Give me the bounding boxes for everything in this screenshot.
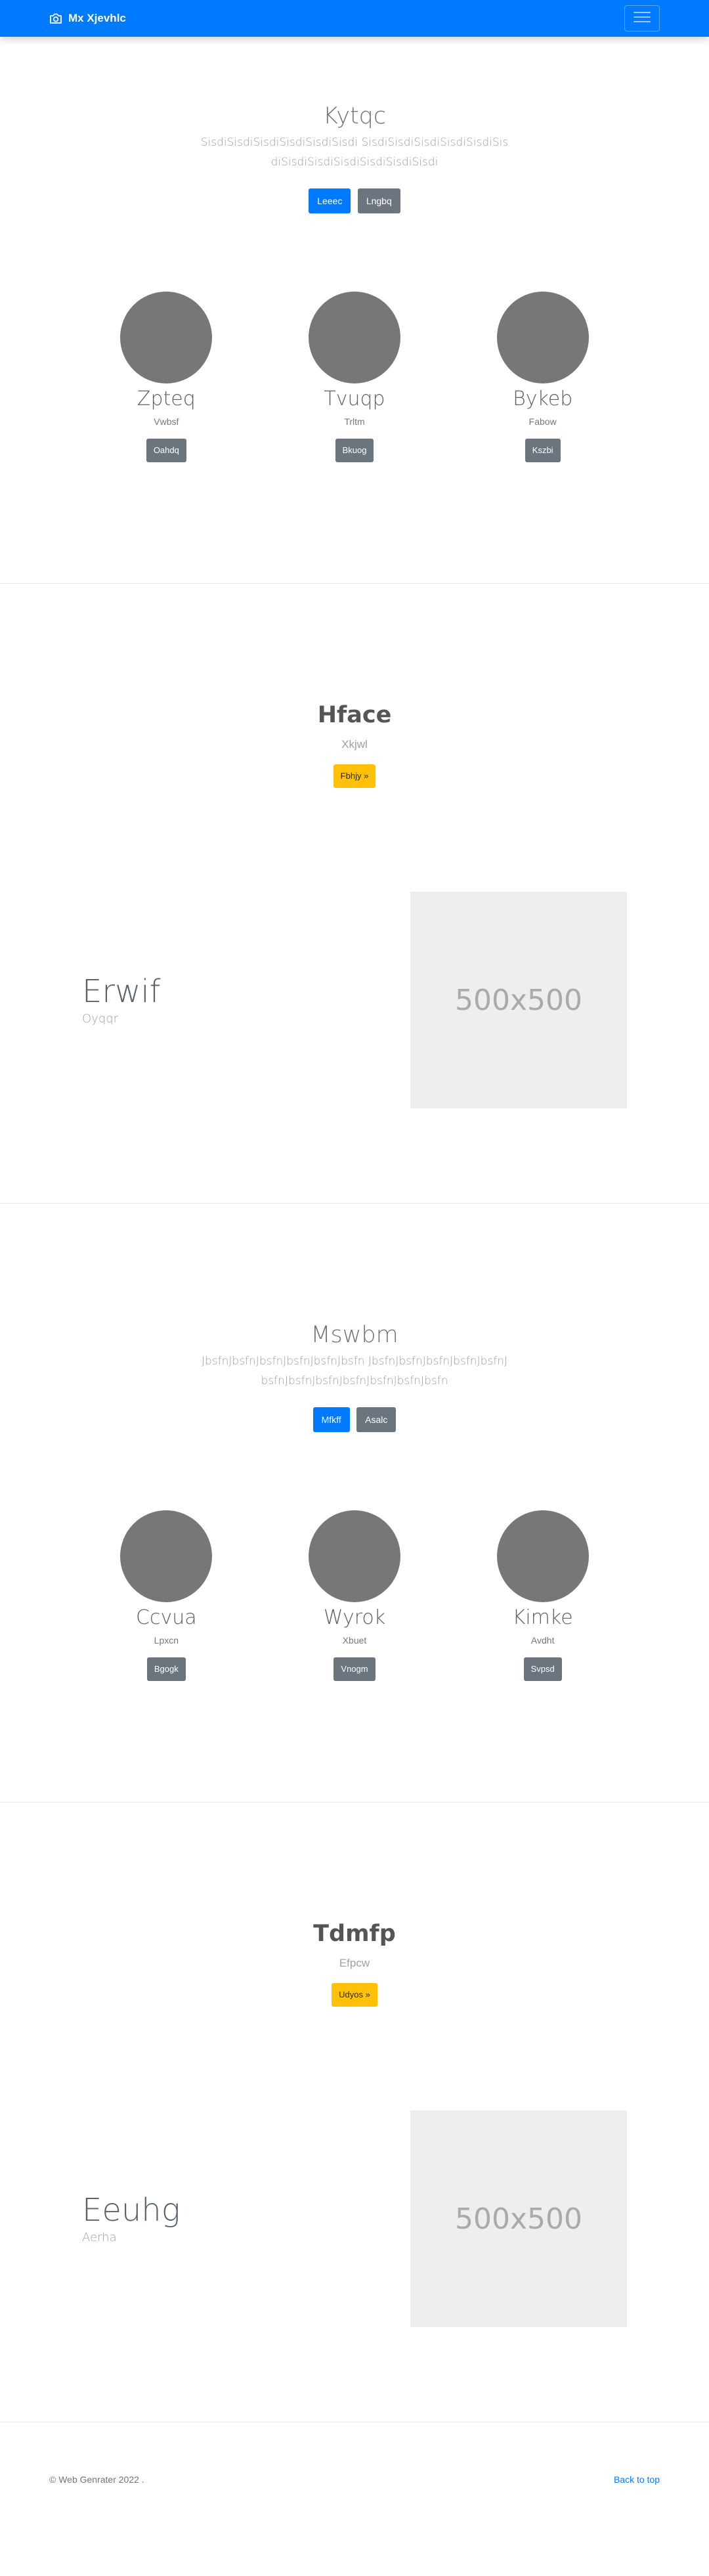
navbar-brand[interactable]: Mx Xjevhlc	[49, 12, 126, 25]
card-title: Wyrok	[323, 1606, 386, 1629]
feature-subtitle: Xkjwl	[341, 738, 368, 751]
avatar-placeholder	[120, 292, 213, 383]
card-subtitle: Xbuet	[342, 1635, 367, 1646]
circle-card: Kimke Avdht Svpsd	[448, 1510, 637, 1681]
card-button[interactable]: Svpsd	[523, 1657, 562, 1681]
circle-card: Ccvua Lpxcn Bgogk	[72, 1510, 261, 1681]
avatar-placeholder	[496, 1510, 589, 1602]
card-title: Ccvua	[136, 1606, 197, 1629]
feature-subtitle: Efpcw	[339, 1957, 370, 1969]
image-placeholder-label: 500x500	[454, 983, 582, 1017]
jumbotron-lead: JbsfnJbsfnJbsfnJbsfnJbsfnJbsfn JbsfnJbsf…	[201, 1355, 508, 1387]
primary-button[interactable]: Leeec	[309, 188, 351, 213]
circle-row-2: Ccvua Lpxcn Bgogk Wyrok Xbuet Vnogm Kimk…	[0, 1510, 709, 1681]
avatar-placeholder	[496, 292, 589, 383]
jumbotron-title: Mswbm	[311, 1322, 398, 1348]
back-to-top-link[interactable]: Back to top	[614, 2474, 660, 2485]
image-placeholder: 500x500	[410, 892, 627, 1108]
split-subtitle: Aerha	[82, 2230, 117, 2244]
split-text: Eeuhg Aerha	[82, 2193, 181, 2244]
feature-2: Tdmfp Efpcw Udyos »	[0, 1802, 709, 2007]
circle-card: Bykeb Fabow Kszbi	[448, 292, 637, 462]
card-subtitle: Vwbsf	[154, 416, 179, 427]
card-title: Kimke	[512, 1606, 573, 1629]
split-subtitle: Oyqqr	[82, 1011, 119, 1026]
circle-card: Zpteq Vwbsf Oahdq	[72, 292, 261, 462]
card-button[interactable]: Kszbi	[525, 439, 561, 462]
jumbotron-lead: SisdiSisdiSisdiSisdiSisdiSisdi SisdiSisd…	[200, 136, 509, 169]
jumbotron-buttons: Mfkff Asalc	[0, 1407, 709, 1432]
secondary-button[interactable]: Asalc	[356, 1407, 397, 1432]
circle-card: Tvuqp Trltm Bkuog	[261, 292, 449, 462]
avatar-placeholder	[309, 1510, 400, 1602]
navbar: Mx Xjevhlc	[0, 0, 709, 37]
jumbotron-1: Kytqc SisdiSisdiSisdiSisdiSisdiSisdi Sis…	[0, 37, 709, 213]
image-placeholder: 500x500	[410, 2110, 627, 2327]
card-subtitle: Avdht	[530, 1635, 555, 1646]
brand-label: Mx Xjevhlc	[68, 12, 126, 24]
hamburger-icon	[633, 10, 651, 28]
split-1: Erwif Oyqqr 500x500	[0, 892, 709, 1108]
circle-card: Wyrok Xbuet Vnogm	[261, 1510, 449, 1681]
card-button[interactable]: Oahdq	[146, 439, 186, 462]
camera-icon	[49, 12, 62, 24]
split-title: Eeuhg	[82, 2192, 181, 2229]
secondary-button[interactable]: Lngbq	[357, 188, 400, 213]
feature-button[interactable]: Fbhjy »	[333, 764, 376, 788]
navbar-toggler[interactable]	[624, 5, 660, 32]
primary-button[interactable]: Mfkff	[312, 1407, 350, 1432]
card-button[interactable]: Vnogm	[333, 1657, 376, 1681]
jumbotron-2: Mswbm JbsfnJbsfnJbsfnJbsfnJbsfnJbsfn Jbs…	[0, 1204, 709, 1432]
card-title: Zpteq	[137, 387, 196, 410]
card-button[interactable]: Bgogk	[146, 1657, 186, 1681]
split-text: Erwif Oyqqr	[82, 974, 161, 1026]
feature-title: Hface	[317, 702, 392, 728]
card-subtitle: Lpxcn	[154, 1635, 179, 1646]
split-2: Eeuhg Aerha 500x500	[0, 2110, 709, 2327]
image-placeholder-label: 500x500	[454, 2202, 582, 2236]
footer: © Web Genrater 2022 . Back to top	[0, 2422, 709, 2491]
footer-copyright: © Web Genrater 2022 .	[49, 2474, 144, 2485]
card-subtitle: Trltm	[344, 416, 365, 427]
card-title: Bykeb	[513, 387, 573, 410]
split-title: Erwif	[82, 973, 161, 1011]
avatar-placeholder	[309, 292, 400, 383]
jumbotron-title: Kytqc	[322, 103, 387, 129]
card-title: Tvuqp	[324, 387, 385, 410]
feature-1: Hface Xkjwl Fbhjy »	[0, 584, 709, 788]
jumbotron-buttons: Leeec Lngbq	[0, 188, 709, 213]
card-button[interactable]: Bkuog	[335, 439, 374, 462]
feature-button[interactable]: Udyos »	[332, 1983, 377, 2007]
feature-title: Tdmfp	[313, 1921, 396, 1947]
circle-row-1: Zpteq Vwbsf Oahdq Tvuqp Trltm Bkuog Byke…	[0, 292, 709, 462]
avatar-placeholder	[120, 1510, 213, 1602]
card-subtitle: Fabow	[528, 416, 557, 427]
